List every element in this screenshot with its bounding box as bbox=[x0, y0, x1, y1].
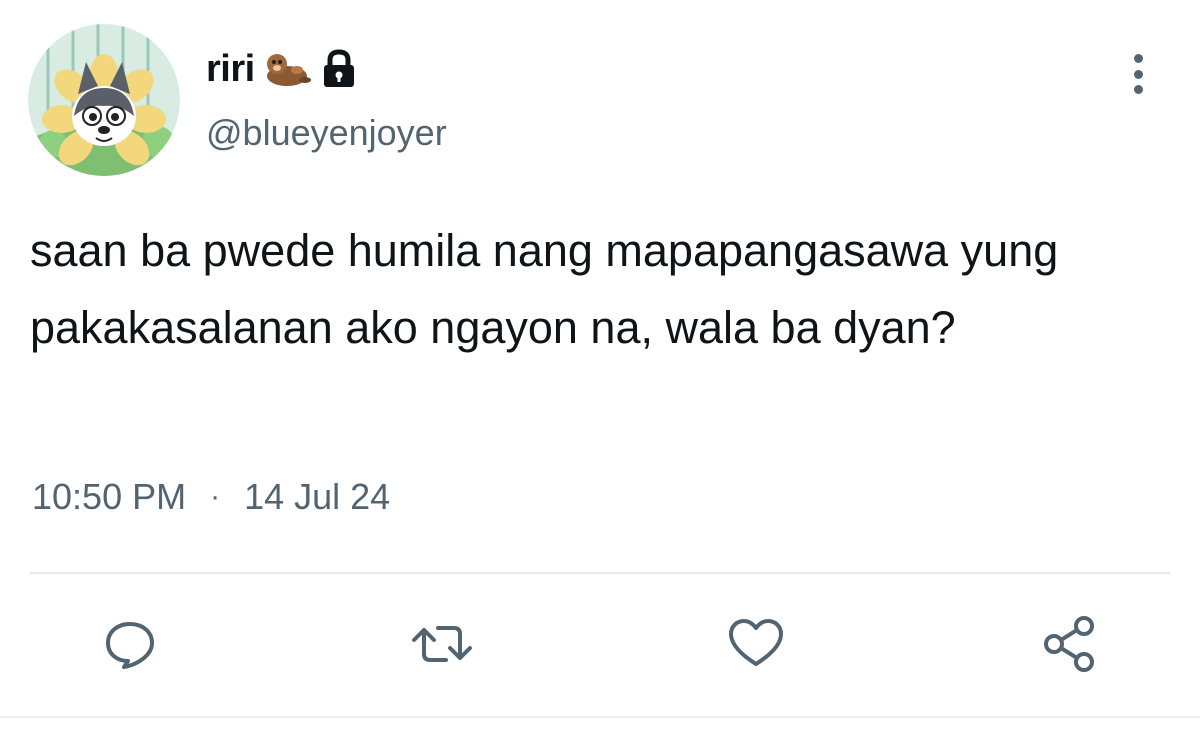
bottom-divider bbox=[0, 716, 1200, 718]
more-vertical-icon[interactable] bbox=[1118, 50, 1158, 98]
reply-button[interactable] bbox=[98, 612, 162, 676]
display-name[interactable]: riri bbox=[206, 48, 255, 91]
share-button[interactable] bbox=[1038, 612, 1102, 676]
meta-separator: · bbox=[210, 480, 221, 513]
retweet-button[interactable] bbox=[410, 612, 474, 676]
heart-icon bbox=[729, 619, 783, 666]
more-dot bbox=[1133, 69, 1143, 79]
tweet-date: 14 Jul 24 bbox=[244, 476, 391, 517]
tweet-timestamp[interactable]: 10:50 PM · 14 Jul 24 bbox=[32, 476, 390, 518]
tweet-card: riri @blueyenjoyer saan ba pwede humila … bbox=[0, 0, 1200, 732]
otter-icon bbox=[263, 48, 311, 90]
tweet-text: saan ba pwede humila nang mapapangasawa … bbox=[30, 225, 1059, 353]
author-name-row: riri bbox=[206, 44, 359, 94]
retweet-icon bbox=[412, 626, 472, 662]
avatar[interactable] bbox=[28, 24, 180, 176]
like-button[interactable] bbox=[724, 612, 788, 676]
more-dot bbox=[1133, 54, 1143, 63]
divider bbox=[30, 572, 1170, 574]
reply-icon bbox=[106, 622, 154, 669]
avatar-image bbox=[28, 24, 180, 176]
lock-icon bbox=[319, 48, 359, 90]
share-icon bbox=[1044, 616, 1094, 672]
tweet-time: 10:50 PM bbox=[32, 476, 187, 517]
more-dot bbox=[1133, 85, 1143, 94]
author-handle[interactable]: @blueyenjoyer bbox=[206, 112, 447, 154]
